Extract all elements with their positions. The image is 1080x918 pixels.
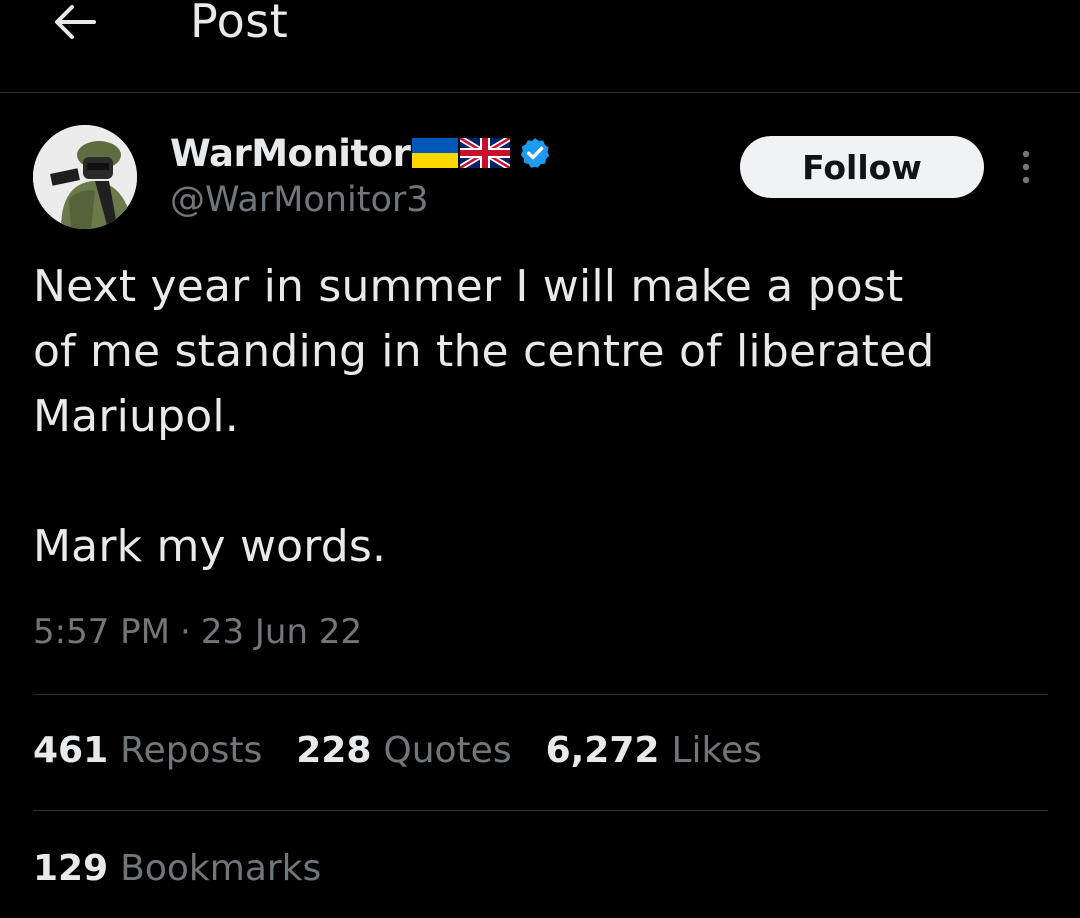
reposts-count: 461 (33, 730, 109, 771)
top-bar: Post (0, 0, 1080, 93)
timestamp-separator: · (180, 612, 191, 652)
author-handle[interactable]: @WarMonitor3 (170, 180, 429, 220)
arrow-left-icon[interactable] (50, 2, 100, 42)
post-date[interactable]: 23 Jun 22 (201, 612, 362, 652)
reposts-label: Reposts (120, 730, 263, 771)
quotes-count: 228 (296, 730, 372, 771)
reposts-stat[interactable]: 461 Reposts (33, 730, 262, 771)
verified-badge-icon (521, 138, 550, 168)
bookmarks-label: Bookmarks (120, 848, 322, 889)
author-display-name[interactable]: WarMonitor (170, 132, 411, 175)
likes-label: Likes (671, 730, 762, 771)
author-name-row: WarMonitor (170, 128, 552, 178)
engagement-stats: 461 Reposts 228 Quotes 6,272 Likes (33, 730, 762, 771)
post-time[interactable]: 5:57 PM (33, 612, 170, 652)
uk-flag-icon (460, 138, 511, 168)
likes-stat[interactable]: 6,272 Likes (546, 730, 762, 771)
ukraine-flag-icon (412, 138, 459, 168)
likes-count: 6,272 (545, 730, 660, 771)
quotes-label: Quotes (383, 730, 512, 771)
more-vertical-icon[interactable] (1016, 148, 1036, 188)
post-text: Next year in summer I will make a post o… (33, 261, 935, 572)
post-timestamp: 5:57 PM · 23 Jun 22 (33, 612, 362, 652)
divider (33, 810, 1048, 811)
page-title: Post (190, 0, 289, 48)
divider (33, 694, 1048, 695)
bookmarks-stat[interactable]: 129 Bookmarks (33, 848, 321, 889)
follow-button[interactable]: Follow (740, 136, 984, 198)
avatar[interactable] (33, 125, 137, 229)
quotes-stat[interactable]: 228 Quotes (296, 730, 511, 771)
bookmarks-count: 129 (33, 848, 109, 889)
